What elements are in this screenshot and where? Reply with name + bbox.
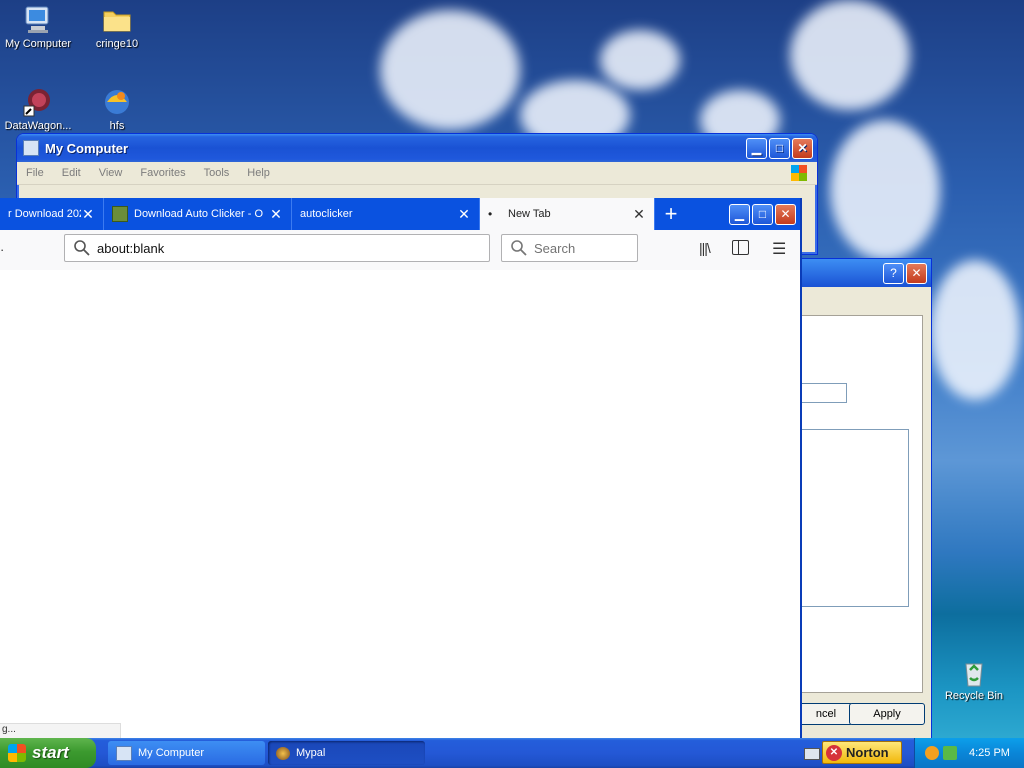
menu-bar: File Edit View Favorites Tools Help bbox=[17, 162, 817, 185]
norton-icon: ✕ bbox=[826, 744, 842, 761]
desktop-icon-my-computer[interactable]: My Computer bbox=[0, 4, 78, 50]
page-content[interactable] bbox=[0, 270, 800, 738]
url-bar[interactable]: about:blank bbox=[64, 234, 490, 262]
tab-close-icon[interactable]: ✕ bbox=[632, 206, 646, 223]
browser-minimize-button[interactable]: ▁ bbox=[729, 203, 750, 225]
windows-logo-icon bbox=[8, 744, 26, 762]
browser-window: r Download 202 ✕ Download Auto Clicker -… bbox=[0, 198, 802, 738]
clock[interactable]: 4:25 PM bbox=[969, 747, 1010, 759]
wallpaper-cloud bbox=[830, 120, 940, 260]
desktop-icon-datawagon[interactable]: DataWagon... bbox=[0, 86, 78, 132]
menu-file[interactable]: File bbox=[17, 167, 53, 179]
taskbar-button-mypal[interactable]: Mypal bbox=[268, 741, 425, 765]
wallpaper-cloud bbox=[790, 0, 910, 110]
dialog-titlebar[interactable]: ? ✕ bbox=[791, 259, 931, 287]
datawagon-icon bbox=[22, 86, 54, 118]
start-button[interactable]: start bbox=[0, 738, 96, 768]
system-tray: 4:25 PM bbox=[914, 738, 1024, 768]
nav-toolbar: · about:blank Search |||\ ☰ bbox=[0, 230, 800, 271]
desktop-icon-label: Recycle Bin bbox=[944, 690, 1004, 702]
menu-help[interactable]: Help bbox=[238, 167, 279, 179]
tab-bar: r Download 202 ✕ Download Auto Clicker -… bbox=[0, 198, 800, 230]
menu-edit[interactable]: Edit bbox=[53, 167, 90, 179]
tab-new-tab[interactable]: • New Tab ✕ bbox=[480, 198, 655, 230]
browser-close-button[interactable]: ✕ bbox=[775, 203, 796, 225]
network-tray-icon[interactable] bbox=[943, 746, 957, 760]
close-button[interactable]: ✕ bbox=[792, 137, 813, 159]
wallpaper-cloud bbox=[600, 30, 680, 90]
dialog-list bbox=[801, 429, 909, 607]
hfs-icon bbox=[101, 86, 133, 118]
help-button[interactable]: ? bbox=[883, 262, 904, 284]
tab-dot-icon: • bbox=[488, 207, 493, 221]
desktop-icon-label: DataWagon... bbox=[4, 120, 72, 132]
desktop-icon-label: hfs bbox=[109, 120, 125, 132]
mypal-icon bbox=[276, 746, 290, 760]
new-tab-button[interactable]: + bbox=[655, 198, 687, 230]
search-placeholder: Search bbox=[534, 240, 576, 256]
url-text: about:blank bbox=[97, 240, 165, 256]
apply-button[interactable]: Apply bbox=[849, 703, 925, 725]
tab-close-icon[interactable]: ✕ bbox=[269, 206, 283, 223]
cancel-button[interactable]: ncel bbox=[799, 703, 853, 725]
taskbar-button-my-computer[interactable]: My Computer bbox=[108, 741, 265, 765]
browser-window-controls: ▁ □ ✕ bbox=[727, 198, 800, 230]
tab-autoclicker[interactable]: autoclicker ✕ bbox=[292, 198, 480, 230]
computer-icon bbox=[116, 745, 132, 761]
desktop-icon-label: cringe10 bbox=[95, 38, 139, 50]
recycle-bin-icon bbox=[958, 656, 990, 688]
desktop-icon-cringe10[interactable]: cringe10 bbox=[77, 4, 157, 50]
search-icon bbox=[74, 240, 90, 256]
dialog-close-button[interactable]: ✕ bbox=[906, 262, 927, 284]
desktop-icon-label: My Computer bbox=[4, 38, 72, 50]
computer-icon bbox=[22, 4, 54, 36]
update-tray-icon[interactable] bbox=[925, 746, 939, 760]
taskbar: start My Computer Mypal ✕ Norton 4:25 PM bbox=[0, 738, 1024, 768]
tab-download-auto-clicker[interactable]: Download Auto Clicker - O ✕ bbox=[104, 198, 292, 230]
sidebar-toggle-icon[interactable] bbox=[732, 240, 749, 255]
back-arrow-icon[interactable]: · bbox=[0, 242, 4, 257]
library-icon[interactable]: |||\ bbox=[699, 240, 711, 256]
window-title: My Computer bbox=[45, 140, 129, 156]
search-icon bbox=[511, 240, 527, 256]
norton-tray-button[interactable]: ✕ Norton bbox=[822, 741, 902, 764]
desktop-icon-recycle-bin[interactable]: Recycle Bin bbox=[934, 656, 1014, 702]
properties-dialog: ? ✕ ncel Apply bbox=[790, 258, 932, 740]
menu-view[interactable]: View bbox=[90, 167, 132, 179]
window-titlebar[interactable]: My Computer ▁ □ ✕ bbox=[17, 134, 817, 162]
tab-close-icon[interactable]: ✕ bbox=[457, 206, 471, 223]
wallpaper-cloud bbox=[380, 10, 520, 130]
windows-logo-icon bbox=[791, 165, 807, 181]
minimize-button[interactable]: ▁ bbox=[746, 137, 767, 159]
maximize-button[interactable]: □ bbox=[769, 137, 790, 159]
menu-favorites[interactable]: Favorites bbox=[131, 167, 194, 179]
status-bar: g... bbox=[0, 723, 121, 738]
tab-download[interactable]: r Download 202 ✕ bbox=[0, 198, 104, 230]
menu-hamburger-icon[interactable]: ☰ bbox=[772, 239, 786, 259]
folder-icon bbox=[101, 4, 133, 36]
desktop-icon-hfs[interactable]: hfs bbox=[77, 86, 157, 132]
wallpaper-cloud bbox=[930, 260, 1020, 400]
dialog-text-field[interactable] bbox=[801, 383, 847, 403]
computer-icon bbox=[23, 140, 39, 156]
menu-tools[interactable]: Tools bbox=[195, 167, 239, 179]
minecraft-favicon-icon bbox=[112, 206, 128, 222]
search-input[interactable]: Search bbox=[501, 234, 638, 262]
browser-maximize-button[interactable]: □ bbox=[752, 203, 773, 225]
tab-close-icon[interactable]: ✕ bbox=[81, 206, 95, 223]
keyboard-tray-icon[interactable] bbox=[804, 748, 820, 760]
